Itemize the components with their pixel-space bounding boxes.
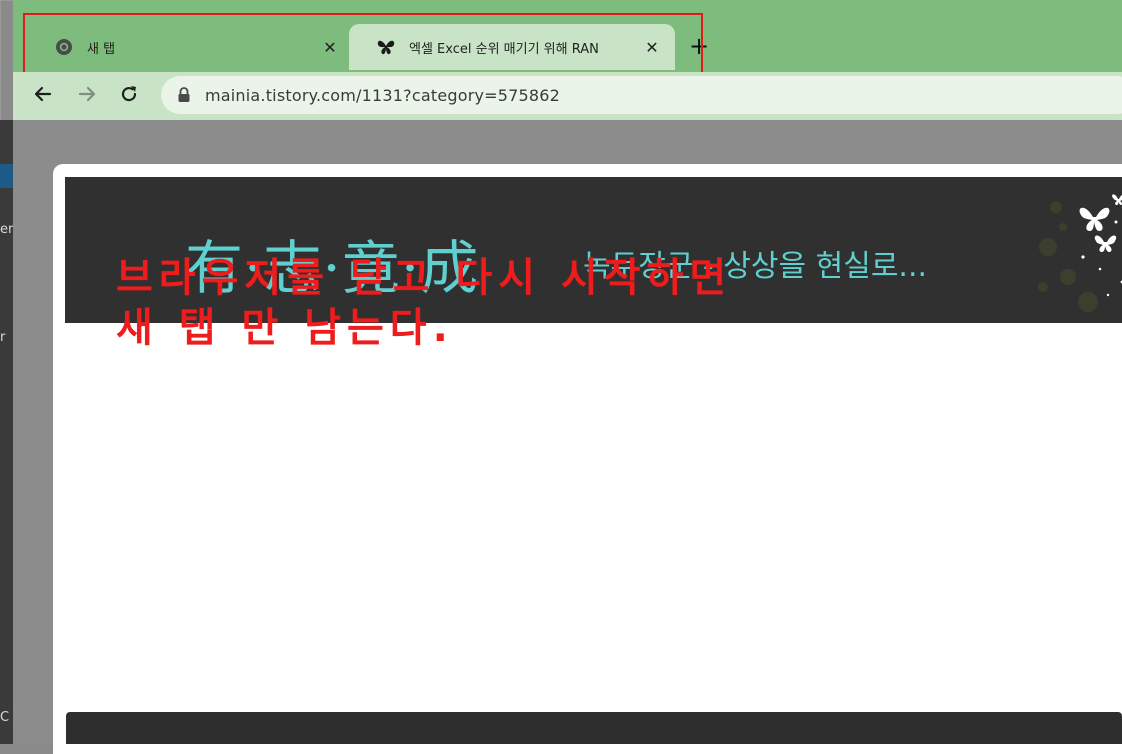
lock-icon — [177, 87, 191, 103]
desktop-fragment-text: r — [0, 330, 6, 345]
desktop-fragment-text: C — [0, 710, 10, 725]
desktop-blue-block — [0, 164, 13, 188]
page-viewport: 有·志·竟·成 녹두장군 - 상상을 현실로... — [13, 120, 1122, 754]
desktop-left-strip: er r C — [0, 120, 13, 744]
url-text: mainia.tistory.com/1131?category=575862 — [205, 85, 561, 105]
address-bar[interactable]: mainia.tistory.com/1131?category=575862 — [161, 76, 1122, 114]
desktop-fragment-text: er — [0, 222, 14, 237]
message-line: 브라우저를 닫고 다시 시작하면 — [116, 255, 733, 301]
butterflies-decoration-icon — [1038, 194, 1122, 312]
message-line: 새 탭 만 남는다. — [116, 305, 454, 351]
blog-nav-bar[interactable] — [66, 712, 1122, 744]
red-highlight-box — [23, 13, 703, 76]
browser-toolbar: mainia.tistory.com/1131?category=575862 — [13, 72, 1122, 120]
annotation-message: 브라우저를 닫고 다시 시작하면 새 탭 만 남는다. — [116, 253, 732, 353]
forward-arrow-icon[interactable] — [73, 80, 101, 108]
back-arrow-icon[interactable] — [29, 80, 57, 108]
reload-icon[interactable] — [115, 80, 143, 108]
